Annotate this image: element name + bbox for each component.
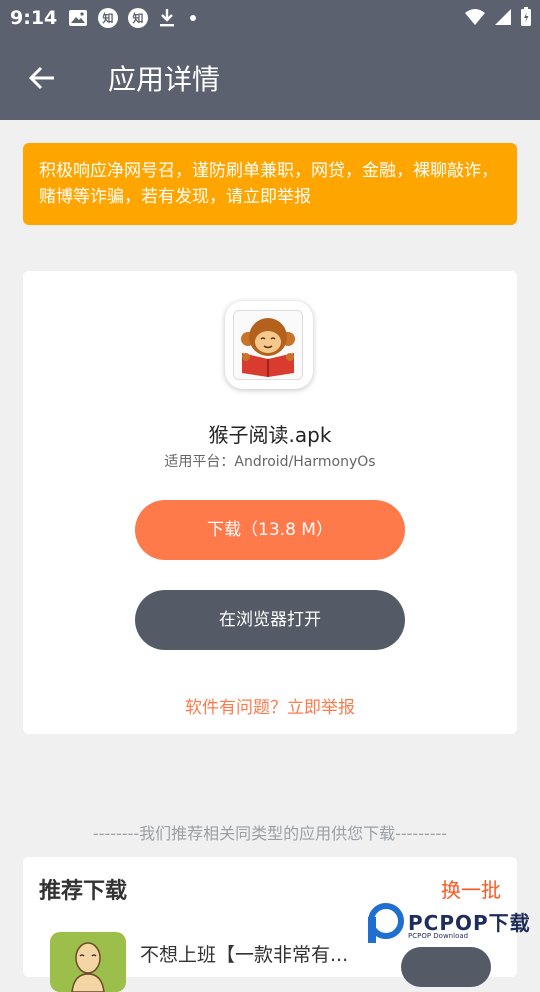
wifi-icon [464,8,486,30]
download-icon [158,8,176,28]
zhihu-icon: 知 [128,8,148,28]
status-time: 9:14 [10,7,58,29]
signal-icon [494,8,512,30]
image-icon [68,9,88,27]
open-in-browser-button[interactable]: 在浏览器打开 [135,590,405,650]
app-bar: 应用详情 [0,36,540,120]
monkey-reading-icon [233,310,303,380]
app-platform: 适用平台：Android/HarmonyOs [164,454,376,470]
more-notifications-dot [190,15,196,21]
recommend-title: 推荐下载 [39,879,128,904]
anti-fraud-notice: 积极响应净网号召，谨防刷单兼职，网贷，金融，裸聊敲诈，赌博等诈骗，若有发现，请立… [23,143,517,225]
download-button[interactable]: 下载（13.8 M） [135,500,405,560]
recommend-app-name[interactable]: 不想上班【一款非常有... [140,940,348,967]
recommend-download-button[interactable] [401,947,491,987]
pcpop-logo-icon [368,903,404,943]
battery-icon [520,7,532,31]
app-file-name: 猴子阅读.apk [208,423,332,447]
page-title: 应用详情 [108,63,221,96]
recommend-app-icon[interactable] [50,932,126,992]
zhihu-icon: 知 [98,8,118,28]
app-detail-card: 猴子阅读.apk 适用平台：Android/HarmonyOs 下载（13.8 … [23,271,517,734]
status-bar: 9:14 知 知 [0,0,540,36]
refresh-button[interactable]: 换一批 [441,874,501,903]
notification-icons: 知 知 [68,7,196,29]
back-arrow-icon[interactable] [26,62,58,94]
recommend-divider: --------我们推荐相关同类型的应用供您下载--------- [92,824,448,843]
watermark-sub: PCPOP Download [408,932,469,940]
system-icons [464,7,532,31]
pcpop-watermark: PCPOP下载 PCPOP Download [366,903,536,947]
report-link[interactable]: 软件有问题？立即举报 [23,693,517,718]
app-icon [225,301,313,389]
